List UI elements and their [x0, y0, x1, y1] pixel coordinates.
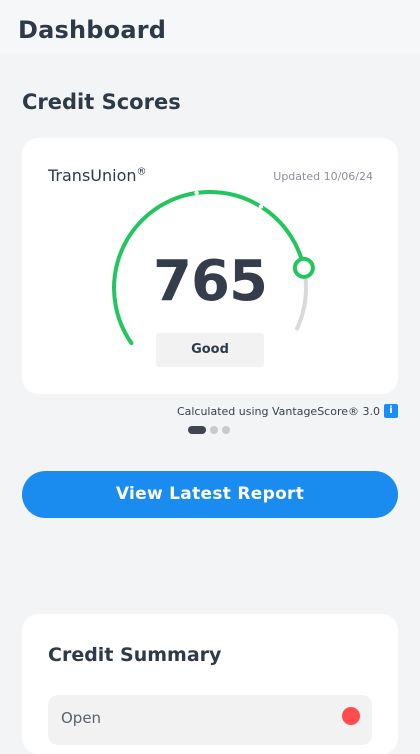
summary-row-open[interactable]: Open	[48, 695, 372, 745]
credit-scores-heading: Credit Scores	[22, 90, 181, 114]
score-model-text: Calculated using VantageScore® 3.0	[176, 404, 380, 418]
score-model-note: Calculated using VantageScore® 3.0 i	[177, 404, 398, 418]
page-title: Dashboard	[18, 16, 167, 44]
pagination-dot-1[interactable]	[188, 426, 206, 434]
carousel-pagination	[188, 426, 230, 434]
summary-row-label: Open	[61, 709, 102, 727]
score-rating-badge: Good	[156, 333, 264, 367]
credit-summary-card: Credit Summary Open	[22, 614, 398, 754]
credit-summary-title: Credit Summary	[48, 644, 222, 666]
gauge-gap-1	[194, 190, 199, 196]
top-bar: Dashboard	[0, 0, 420, 54]
alert-indicator-icon	[342, 707, 360, 725]
credit-score-card[interactable]: TransUnion® Updated 10/06/24 765 Good	[22, 138, 398, 394]
pagination-dot-2[interactable]	[210, 426, 218, 434]
view-latest-report-button[interactable]: View Latest Report	[22, 471, 398, 518]
info-icon[interactable]: i	[384, 404, 398, 418]
credit-score-value: 765	[153, 249, 268, 314]
gauge-gap-2	[258, 204, 264, 209]
pagination-dot-3[interactable]	[222, 426, 230, 434]
